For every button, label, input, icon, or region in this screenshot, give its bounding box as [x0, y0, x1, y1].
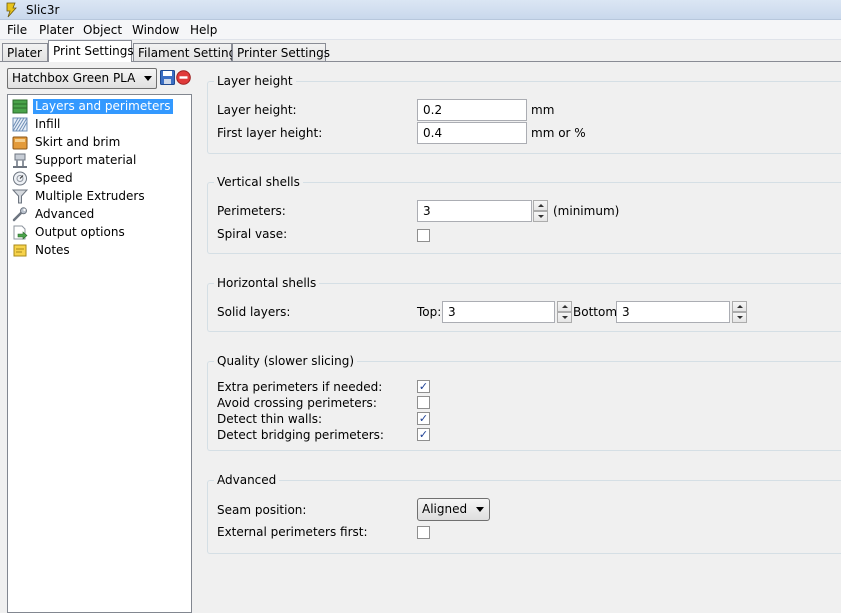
advanced-group: Advanced	[207, 473, 841, 554]
thin-walls-label: Detect thin walls:	[217, 412, 323, 426]
avoid-crossing-label: Avoid crossing perimeters:	[217, 396, 377, 410]
tab-printer-settings[interactable]: Printer Settings	[232, 43, 330, 62]
tree-item-layers-and-perimeters[interactable]: Layers and perimeters	[12, 98, 187, 115]
group-title: Layer height	[214, 74, 296, 88]
menu-object[interactable]: Object	[83, 23, 122, 37]
tree-item-label: Skirt and brim	[35, 135, 121, 149]
tree-item-advanced[interactable]: Advanced	[12, 206, 187, 223]
bottom-layers-label: Bottom:	[573, 305, 622, 319]
first-layer-height-label: First layer height:	[217, 126, 323, 140]
first-layer-height-input[interactable]: 0.4	[417, 122, 527, 144]
top-layers-input[interactable]: 3	[442, 301, 555, 323]
group-title: Horizontal shells	[214, 276, 320, 290]
window-title: Slic3r	[26, 3, 60, 17]
tree-item-label: Output options	[35, 225, 125, 239]
extra-perimeters-label: Extra perimeters if needed:	[217, 380, 383, 394]
layer-height-label: Layer height:	[217, 103, 297, 117]
layer-height-unit: mm	[531, 103, 555, 117]
tree-item-skirt-and-brim[interactable]: Skirt and brim	[12, 134, 187, 151]
wrench-icon	[12, 207, 27, 222]
spinner-up-icon[interactable]	[533, 200, 548, 211]
chevron-down-icon	[144, 76, 152, 81]
speed-icon	[13, 171, 27, 186]
extra-perimeters-checkbox[interactable]: ✓	[417, 380, 430, 393]
menu-help[interactable]: Help	[190, 23, 217, 37]
external-perimeters-label: External perimeters first:	[217, 525, 368, 539]
external-perimeters-checkbox[interactable]	[417, 526, 430, 539]
group-title: Advanced	[214, 473, 280, 487]
tree-item-multiple-extruders[interactable]: Multiple Extruders	[12, 188, 187, 205]
tree-item-label: Advanced	[35, 207, 95, 221]
save-preset-icon[interactable]	[160, 70, 175, 85]
chevron-down-icon	[476, 507, 484, 512]
menu-plater[interactable]: Plater	[39, 23, 74, 37]
spiral-vase-label: Spiral vase:	[217, 227, 288, 241]
menu-file[interactable]: File	[7, 23, 27, 37]
tree-item-label: Support material	[35, 153, 137, 167]
tree-item-label: Notes	[35, 243, 70, 257]
perimeters-hint: (minimum)	[553, 204, 620, 218]
tab-filament-settings[interactable]: Filament Settings	[133, 43, 242, 62]
spinner-up-icon[interactable]	[732, 301, 747, 312]
preset-dropdown-value: Hatchbox Green PLA	[12, 71, 136, 85]
tree-item-output-options[interactable]: Output options	[12, 224, 187, 241]
funnel-icon	[12, 189, 28, 204]
skirt-icon	[12, 136, 28, 150]
bottom-layers-spinner[interactable]	[732, 301, 747, 323]
tree-item-label: Multiple Extruders	[35, 189, 145, 203]
tree-item-label: Layers and perimeters	[33, 99, 173, 114]
layer-height-input[interactable]: 0.2	[417, 99, 527, 121]
bottom-layers-input[interactable]: 3	[616, 301, 730, 323]
notes-icon	[13, 244, 27, 257]
spiral-vase-checkbox[interactable]	[417, 229, 430, 242]
top-layers-spinner[interactable]	[557, 301, 572, 323]
bridging-perimeters-checkbox[interactable]: ✓	[417, 428, 430, 441]
tree-item-notes[interactable]: Notes	[12, 242, 187, 259]
support-icon	[13, 153, 27, 168]
menu-bar: File Plater Object Window Help	[0, 20, 841, 40]
seam-position-dropdown[interactable]: Aligned	[417, 498, 490, 521]
tab-print-settings[interactable]: Print Settings	[48, 40, 134, 62]
menu-window[interactable]: Window	[132, 23, 179, 37]
avoid-crossing-checkbox[interactable]	[417, 396, 430, 409]
delete-preset-icon[interactable]	[176, 70, 191, 85]
preset-dropdown[interactable]: Hatchbox Green PLA	[7, 68, 157, 89]
first-layer-height-unit: mm or %	[531, 126, 586, 140]
perimeters-spinner[interactable]	[533, 200, 548, 222]
perimeters-label: Perimeters:	[217, 204, 286, 218]
bridging-perimeters-label: Detect bridging perimeters:	[217, 428, 384, 442]
tab-plater[interactable]: Plater	[2, 43, 48, 62]
tree-item-label: Infill	[35, 117, 61, 131]
slic3r-logo-icon	[6, 2, 17, 18]
seam-position-label: Seam position:	[217, 503, 307, 517]
layers-icon	[12, 99, 28, 114]
spinner-down-icon[interactable]	[557, 312, 572, 323]
seam-position-value: Aligned	[422, 502, 468, 516]
group-title: Quality (slower slicing)	[214, 354, 358, 368]
settings-category-tree: Layers and perimeters Infill Skirt and b…	[7, 94, 192, 613]
tree-item-speed[interactable]: Speed	[12, 170, 187, 187]
tree-item-label: Speed	[35, 171, 73, 185]
perimeters-input[interactable]: 3	[417, 200, 532, 222]
tree-item-infill[interactable]: Infill	[12, 116, 187, 133]
tree-item-support-material[interactable]: Support material	[12, 152, 187, 169]
top-layers-label: Top:	[417, 305, 442, 319]
title-bar: Slic3r	[0, 0, 841, 20]
thin-walls-checkbox[interactable]: ✓	[417, 412, 430, 425]
solid-layers-label: Solid layers:	[217, 305, 291, 319]
spinner-down-icon[interactable]	[732, 312, 747, 323]
spinner-down-icon[interactable]	[533, 211, 548, 222]
group-title: Vertical shells	[214, 175, 303, 189]
output-icon	[13, 225, 28, 240]
tab-strip: Plater Print Settings Filament Settings …	[0, 40, 841, 62]
spinner-up-icon[interactable]	[557, 301, 572, 312]
infill-icon	[12, 117, 28, 132]
